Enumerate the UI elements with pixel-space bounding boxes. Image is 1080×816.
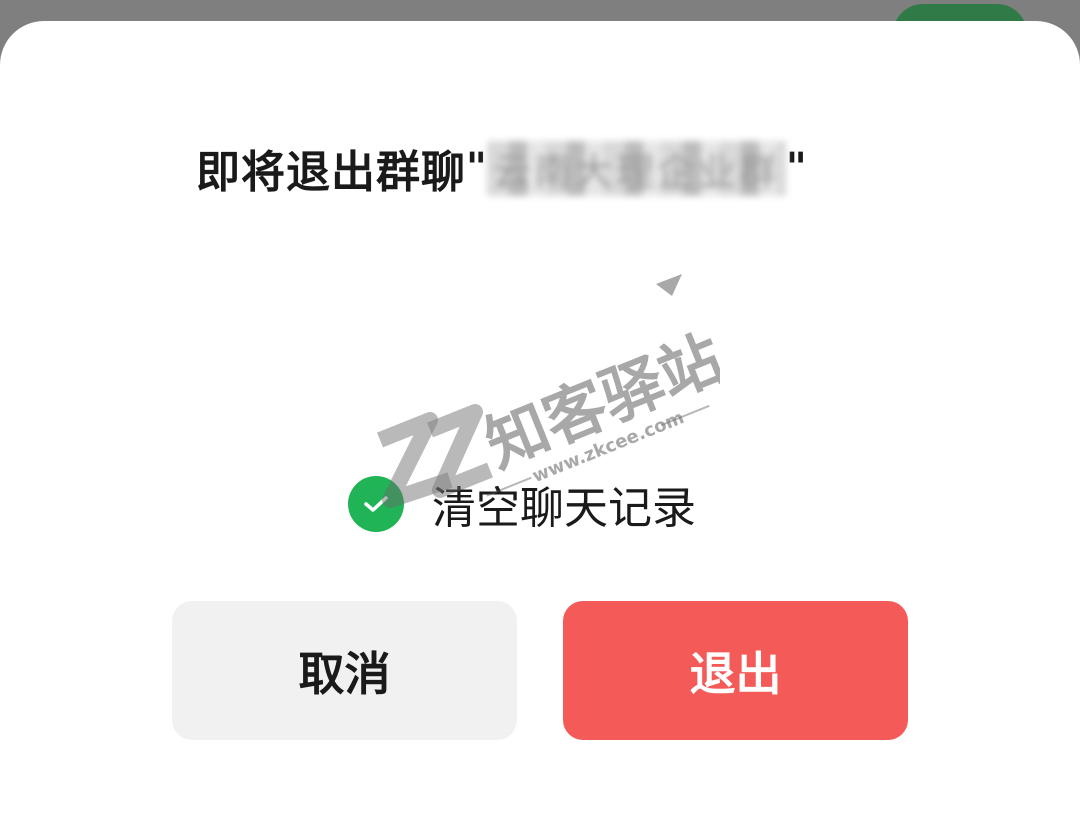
dialog-title: 即将退出群聊 " 云南大理企业群 " bbox=[196, 140, 807, 198]
quote-open: " bbox=[466, 145, 487, 191]
exit-button[interactable]: 退出 bbox=[563, 601, 908, 740]
dialog-title-text: 即将退出群聊 bbox=[196, 147, 466, 198]
group-name-blurred: 云南大理企业群 bbox=[486, 140, 786, 196]
quote-close: " bbox=[785, 145, 807, 191]
clear-history-label: 清空聊天记录 bbox=[432, 483, 696, 534]
cancel-button[interactable]: 取消 bbox=[172, 601, 517, 740]
clear-history-checkbox[interactable]: 清空聊天记录 bbox=[348, 472, 696, 536]
screen: 即将退出群聊 " 云南大理企业群 " 清空聊天记录 取消 退出 知客驿站 www… bbox=[0, 0, 1080, 816]
check-icon[interactable] bbox=[348, 476, 404, 532]
